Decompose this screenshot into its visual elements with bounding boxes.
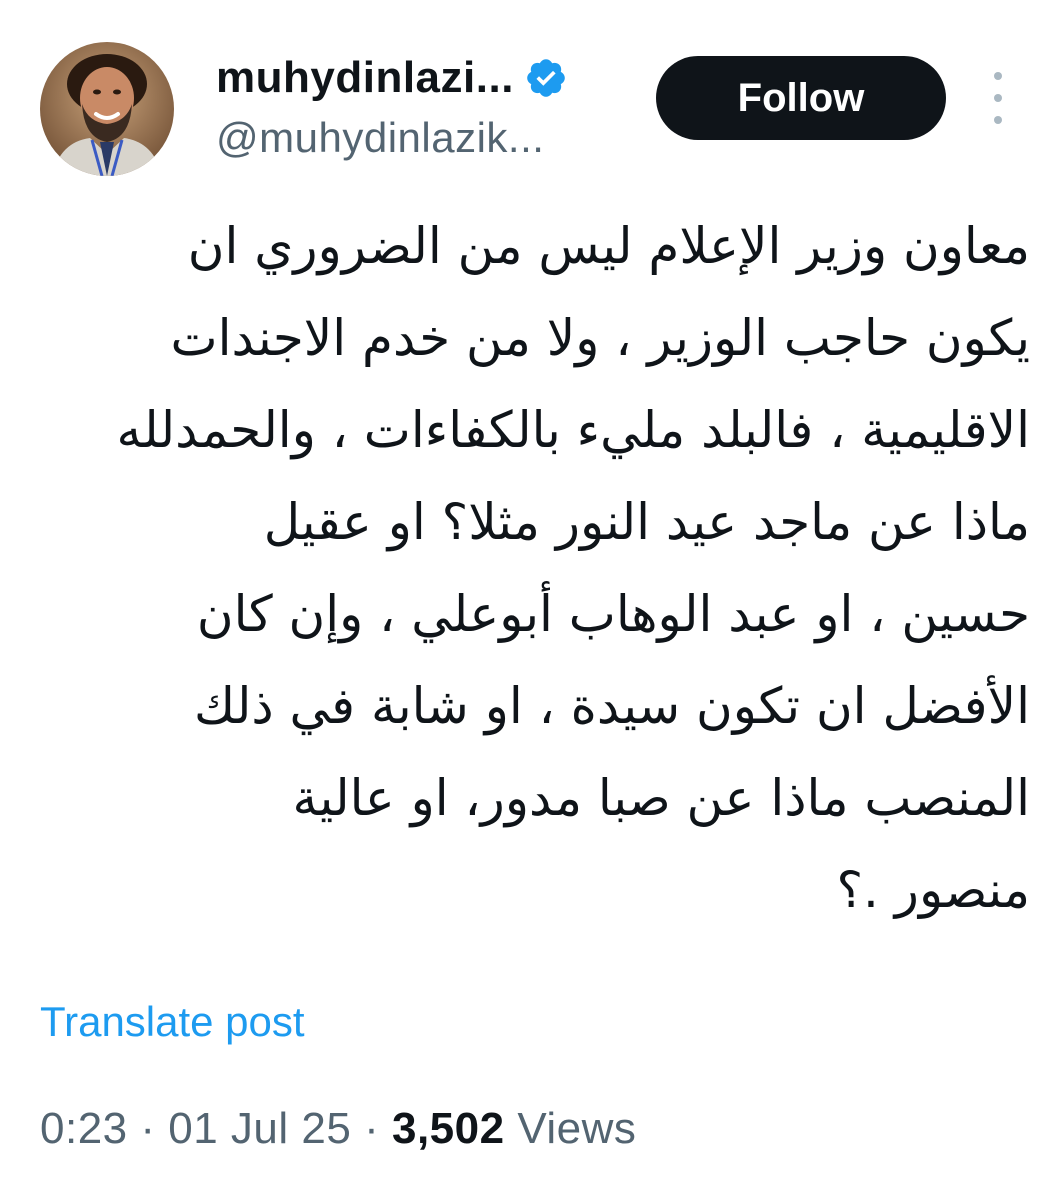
author-info[interactable]: muhydinlazi... @muhydinlazik... — [216, 50, 568, 162]
post-date[interactable]: 01 Jul 25 — [168, 1104, 351, 1153]
follow-button[interactable]: Follow — [656, 56, 946, 140]
display-name[interactable]: muhydinlazi... — [216, 53, 514, 103]
translate-post-link[interactable]: Translate post — [40, 998, 305, 1046]
avatar[interactable] — [40, 42, 174, 176]
tweet-text: معاون وزير الإعلام ليس من الضروري ان يكو… — [40, 200, 1030, 936]
more-dot — [994, 72, 1002, 80]
meta-separator: · — [140, 1104, 156, 1153]
display-name-row: muhydinlazi... — [216, 50, 568, 106]
more-vertical-icon[interactable] — [984, 72, 1012, 124]
more-dot — [994, 116, 1002, 124]
post-time[interactable]: 0:23 — [40, 1104, 128, 1153]
tweet-line: حسين ، او عبد الوهاب أبوعلي ، وإن كان — [196, 585, 1030, 643]
tweet-line: الأفضل ان تكون سيدة ، او شابة في ذلك — [193, 677, 1030, 735]
tweet-line: المنصب ماذا عن صبا مدور، او عالية — [292, 769, 1030, 827]
verified-badge-icon — [527, 59, 565, 97]
tweet-line: ماذا عن ماجد عيد النور مثلا؟ او عقيل — [263, 493, 1030, 551]
views-label: Views — [517, 1104, 637, 1153]
author-handle[interactable]: @muhydinlazik... — [216, 114, 568, 162]
more-dot — [994, 94, 1002, 102]
tweet-line: يكون حاجب الوزير ، ولا من خدم الاجندات — [170, 309, 1030, 367]
tweet-meta: 0:23 · 01 Jul 25 · 3,502 Views — [40, 1104, 636, 1154]
tweet-line: معاون وزير الإعلام ليس من الضروري ان — [187, 217, 1030, 275]
tweet-line: الاقليمية ، فالبلد مليء بالكفاءات ، والح… — [116, 401, 1030, 459]
views-count[interactable]: 3,502 — [392, 1104, 505, 1153]
meta-separator: · — [364, 1104, 380, 1153]
avatar-image — [40, 42, 174, 176]
tweet-header: muhydinlazi... @muhydinlazik... Follow — [0, 0, 1056, 190]
tweet-line: منصور .؟ — [836, 861, 1030, 919]
